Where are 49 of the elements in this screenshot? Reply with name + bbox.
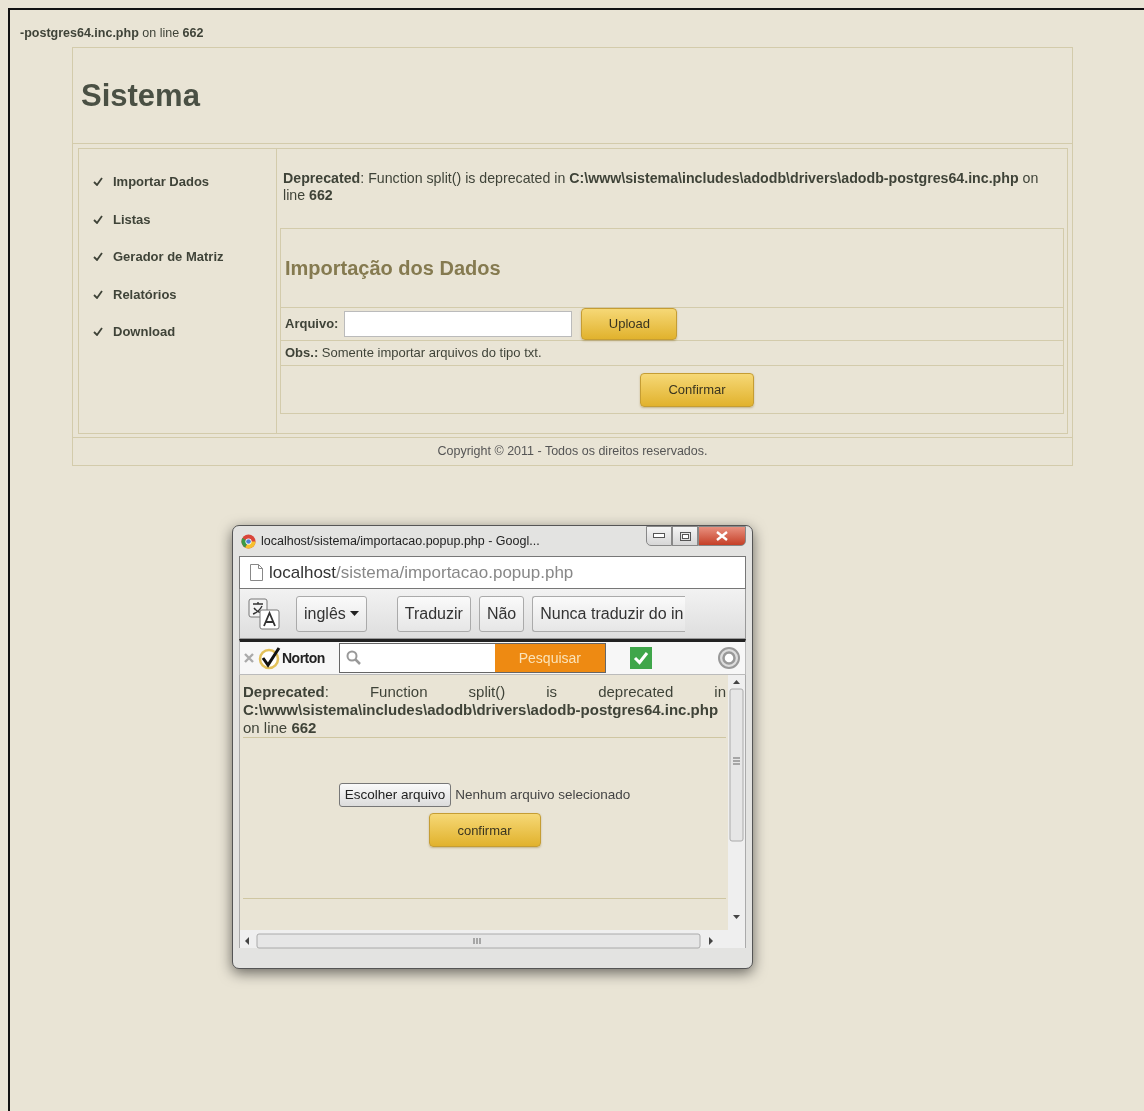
never-translate-button[interactable]: Nunca traduzir do in	[532, 595, 686, 632]
deprecated-notice: Deprecated: Function split() is deprecated in C:\www\sistema\includes\adodb\drivers\adodb-postgres64.inc.php on line 662	[242, 682, 727, 737]
upload-button[interactable]: Upload	[581, 308, 678, 340]
site-title: Sistema	[81, 76, 200, 115]
no-button[interactable]: Não	[478, 595, 525, 632]
maximize-icon	[679, 531, 691, 541]
menu-item[interactable]: Relatórios	[93, 275, 276, 313]
confirm-button[interactable]: confirmar	[428, 813, 541, 848]
caret-icon	[349, 611, 359, 616]
search-icon	[345, 650, 362, 666]
file-input-field[interactable]	[344, 311, 573, 337]
brand-name: Norton	[282, 648, 325, 668]
note-text: Obs.: Somente importar arquivos do tipo txt.	[285, 344, 542, 363]
menu-item[interactable]: Download	[93, 313, 276, 351]
menu-item[interactable]: Importar Dados	[93, 163, 276, 201]
check-icon	[93, 214, 103, 224]
close-icon[interactable]	[244, 653, 254, 663]
check-icon	[93, 177, 103, 187]
copyright-text: Copyright © 2011 - Todos os direitos reservados.	[437, 443, 708, 461]
ring-icon[interactable]	[717, 646, 741, 670]
check-icon	[93, 327, 103, 337]
check-icon	[93, 252, 103, 262]
file-status-text: Nenhum arquivo selecionado	[455, 786, 631, 804]
menu-item[interactable]: Gerador de Matriz	[93, 238, 276, 276]
error-message: -postgres64.inc.php on line 662	[20, 25, 204, 42]
choose-file-button[interactable]: Escolher arquivo	[338, 783, 452, 808]
confirm-button[interactable]: Confirmar	[640, 372, 754, 407]
language-dropdown[interactable]: inglês	[296, 595, 367, 632]
maximize-button[interactable]	[672, 526, 698, 546]
window-title: localhost/sistema/importacao.popup.php - Googl...	[261, 532, 540, 550]
vertical-scrollbar[interactable]	[728, 675, 745, 930]
translate-icon	[248, 597, 280, 630]
close-icon	[716, 531, 728, 541]
address-bar[interactable]: localhost/sistema/importacao.popup.php	[239, 556, 746, 589]
checkmark-logo-icon	[258, 646, 282, 670]
deprecated-notice: Deprecated: Function split() is deprecated in C:\www\sistema\includes\adodb\drivers\adodb-postgres64.inc.php on line 662	[282, 169, 1040, 205]
section-title: Importação dos Dados	[285, 256, 501, 281]
translate-button[interactable]: Traduzir	[396, 595, 471, 632]
check-icon	[93, 289, 103, 299]
close-button[interactable]	[698, 526, 746, 546]
check-icon[interactable]	[629, 647, 652, 669]
minimize-icon	[653, 533, 665, 539]
browser-logo-icon	[241, 533, 256, 549]
minimize-button[interactable]	[646, 526, 672, 546]
page-icon	[250, 564, 263, 581]
url-text: localhost/sistema/importacao.popup.php	[269, 561, 574, 584]
field-label: Arquivo:	[285, 315, 339, 334]
horizontal-scrollbar[interactable]	[240, 930, 745, 948]
menu-item[interactable]: Listas	[93, 200, 276, 238]
